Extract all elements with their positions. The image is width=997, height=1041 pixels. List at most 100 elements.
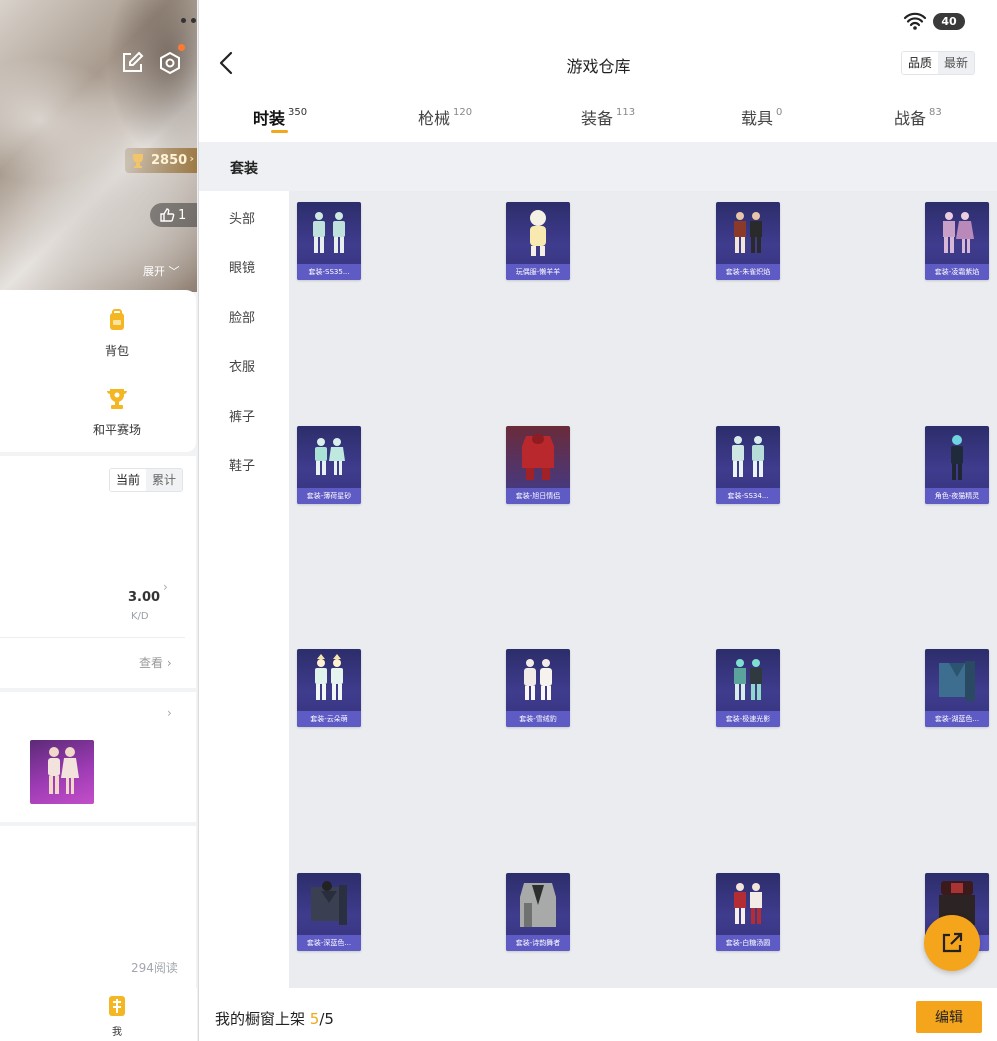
sidebar-item-pants[interactable]: 裤子 xyxy=(197,406,287,425)
tab-me-label: 我 xyxy=(112,1027,122,1038)
item-figure-icon xyxy=(311,881,347,925)
view-more-label: 查看 xyxy=(139,656,164,670)
read-count: 294阅读 xyxy=(131,961,178,975)
tab-count: 120 xyxy=(453,107,473,118)
sort-quality-option[interactable]: 品质 xyxy=(902,52,939,74)
outfit-thumbnail[interactable] xyxy=(30,740,94,804)
item-figure-icon xyxy=(943,212,974,253)
inventory-item[interactable]: 套装-白糖汤圆 xyxy=(716,873,780,951)
inventory-item[interactable]: 玩偶服-懒羊羊 xyxy=(506,202,570,280)
chevron-right-icon[interactable]: › xyxy=(163,580,168,594)
inventory-item[interactable]: 套装-旭日情侣 xyxy=(506,426,570,504)
item-figure-icon xyxy=(939,661,975,701)
inventory-item[interactable]: 套装-SS34... xyxy=(716,426,780,504)
page-title: 游戏仓库 xyxy=(566,57,631,76)
sort-latest-option[interactable]: 最新 xyxy=(938,52,975,74)
item-name: 套装-旭日情侣 xyxy=(506,488,570,504)
showcase-total-count: /5 xyxy=(319,1010,334,1028)
item-name: 套装-雪绒豹 xyxy=(506,711,570,727)
tab-label: 装备 xyxy=(581,109,614,128)
like-button[interactable]: 1 xyxy=(150,203,197,227)
shortcut-backpack[interactable]: 背包 xyxy=(72,307,162,359)
inventory-item[interactable]: 套装-深蓝色... xyxy=(297,873,361,951)
inventory-item[interactable]: 套装-朱雀炽焰 xyxy=(716,202,780,280)
item-name: 套装-白糖汤圆 xyxy=(716,935,780,951)
sidebar-item-face[interactable]: 脸部 xyxy=(197,307,287,326)
item-figure-icon xyxy=(522,434,554,480)
me-tab-icon xyxy=(109,996,125,1016)
sidebar-item-clothes[interactable]: 衣服 xyxy=(197,356,287,375)
item-name: 套装-诗韵舞者 xyxy=(506,935,570,951)
item-figure-icon xyxy=(734,659,762,700)
inventory-item[interactable]: 套装-凌霜紫焰 xyxy=(925,202,989,280)
shortcut-arena[interactable]: 和平赛场 xyxy=(72,386,162,438)
item-figure-icon xyxy=(524,659,552,700)
rank-score-badge[interactable]: 2850 › xyxy=(125,148,197,173)
inventory-item[interactable]: 套装-极速光影 xyxy=(716,649,780,727)
kd-value: 3.00 xyxy=(128,590,161,605)
inventory-item[interactable]: 套装-诗韵舞者 xyxy=(506,873,570,951)
item-name: 套装-云朵萌 xyxy=(297,711,361,727)
trophy-icon xyxy=(107,389,127,409)
outfit-figure-icon xyxy=(48,747,79,794)
stats-toggle: 当前 累计 xyxy=(109,468,184,492)
tab-equipment[interactable]: 装备 113 xyxy=(581,105,635,129)
rank-score: 2850 xyxy=(151,153,188,168)
inventory-item[interactable]: 套装-湖蓝色... xyxy=(925,649,989,727)
profile-panel: 2850 › 1 展开 ﹀ 背包 和平赛场 当前 累计 › 3.00 K/D 查… xyxy=(0,0,197,1041)
notification-dot xyxy=(178,44,185,51)
view-more-link[interactable]: 查看 › xyxy=(139,654,172,671)
status-bar: 40 xyxy=(903,12,965,30)
showcase-label: 我的橱窗上架 xyxy=(215,1010,310,1028)
inventory-item[interactable]: 套装-SS35... xyxy=(297,202,361,280)
item-figure-icon xyxy=(951,435,963,480)
shortcut-label: 背包 xyxy=(104,344,129,358)
sidebar-header[interactable]: 套装 xyxy=(199,142,997,191)
sidebar-item-head[interactable]: 头部 xyxy=(197,208,287,227)
tab-label: 载具 xyxy=(741,109,774,128)
edit-icon[interactable] xyxy=(119,50,145,76)
showcase-shown-count: 5 xyxy=(309,1010,320,1028)
item-name: 角色-夜猫精灵 xyxy=(925,488,989,504)
item-figure-icon xyxy=(530,210,546,256)
tab-label: 时装 xyxy=(253,109,286,128)
bottom-tab-bar xyxy=(0,988,197,1041)
item-figure-icon xyxy=(313,212,345,253)
window-menu-dots[interactable] xyxy=(181,18,197,23)
tab-guns[interactable]: 枪械 120 xyxy=(418,105,472,129)
tab-vehicles[interactable]: 载具 0 xyxy=(741,105,782,129)
showcase-footer: 我的橱窗上架 5/5 编辑 xyxy=(199,988,997,1041)
stats-current-option[interactable]: 当前 xyxy=(110,469,147,491)
share-icon xyxy=(942,932,963,953)
item-name: 套装-深蓝色... xyxy=(297,935,361,951)
item-figure-icon xyxy=(734,883,762,924)
tab-fashion[interactable]: 时装 350 xyxy=(253,105,307,129)
tab-count: 0 xyxy=(776,107,783,118)
category-tabs: 时装 350 枪械 120 装备 113 载具 0 战备 83 xyxy=(199,96,997,142)
item-figure-icon xyxy=(315,654,343,700)
inventory-item[interactable]: 套装-雪绒豹 xyxy=(506,649,570,727)
stats-cumulative-option[interactable]: 累计 xyxy=(146,469,183,491)
kd-label: K/D xyxy=(131,611,149,622)
warehouse-window: 40 游戏仓库 品质 最新 时装 350 枪械 120 装备 113 载具 0 … xyxy=(198,0,997,1041)
expand-link[interactable]: 展开 ﹀ xyxy=(143,263,180,279)
sidebar-item-glasses[interactable]: 眼镜 xyxy=(197,257,287,276)
tab-count: 350 xyxy=(288,107,308,118)
chevron-right-icon[interactable]: › xyxy=(167,706,172,720)
inventory-item[interactable]: 角色-夜猫精灵 xyxy=(925,426,989,504)
tab-label: 枪械 xyxy=(418,109,451,128)
sidebar: 头部 眼镜 脸部 衣服 裤子 鞋子 xyxy=(199,191,289,988)
divider xyxy=(0,637,185,638)
sidebar-header-label: 套装 xyxy=(230,161,258,177)
rank-trophy-icon xyxy=(133,154,143,168)
tab-me[interactable]: 我 xyxy=(104,994,130,1038)
share-button[interactable] xyxy=(924,915,980,971)
sidebar-item-shoes[interactable]: 鞋子 xyxy=(197,455,287,474)
shortcut-label: 和平赛场 xyxy=(92,423,141,437)
settings-icon[interactable] xyxy=(157,50,183,76)
inventory-item[interactable]: 套装-云朵萌 xyxy=(297,649,361,727)
item-name: 套装-凌霜紫焰 xyxy=(925,264,989,280)
inventory-item[interactable]: 套装-薄荷星砂 xyxy=(297,426,361,504)
edit-button[interactable]: 编辑 xyxy=(916,1001,982,1033)
tab-battle-supplies[interactable]: 战备 83 xyxy=(894,105,942,129)
